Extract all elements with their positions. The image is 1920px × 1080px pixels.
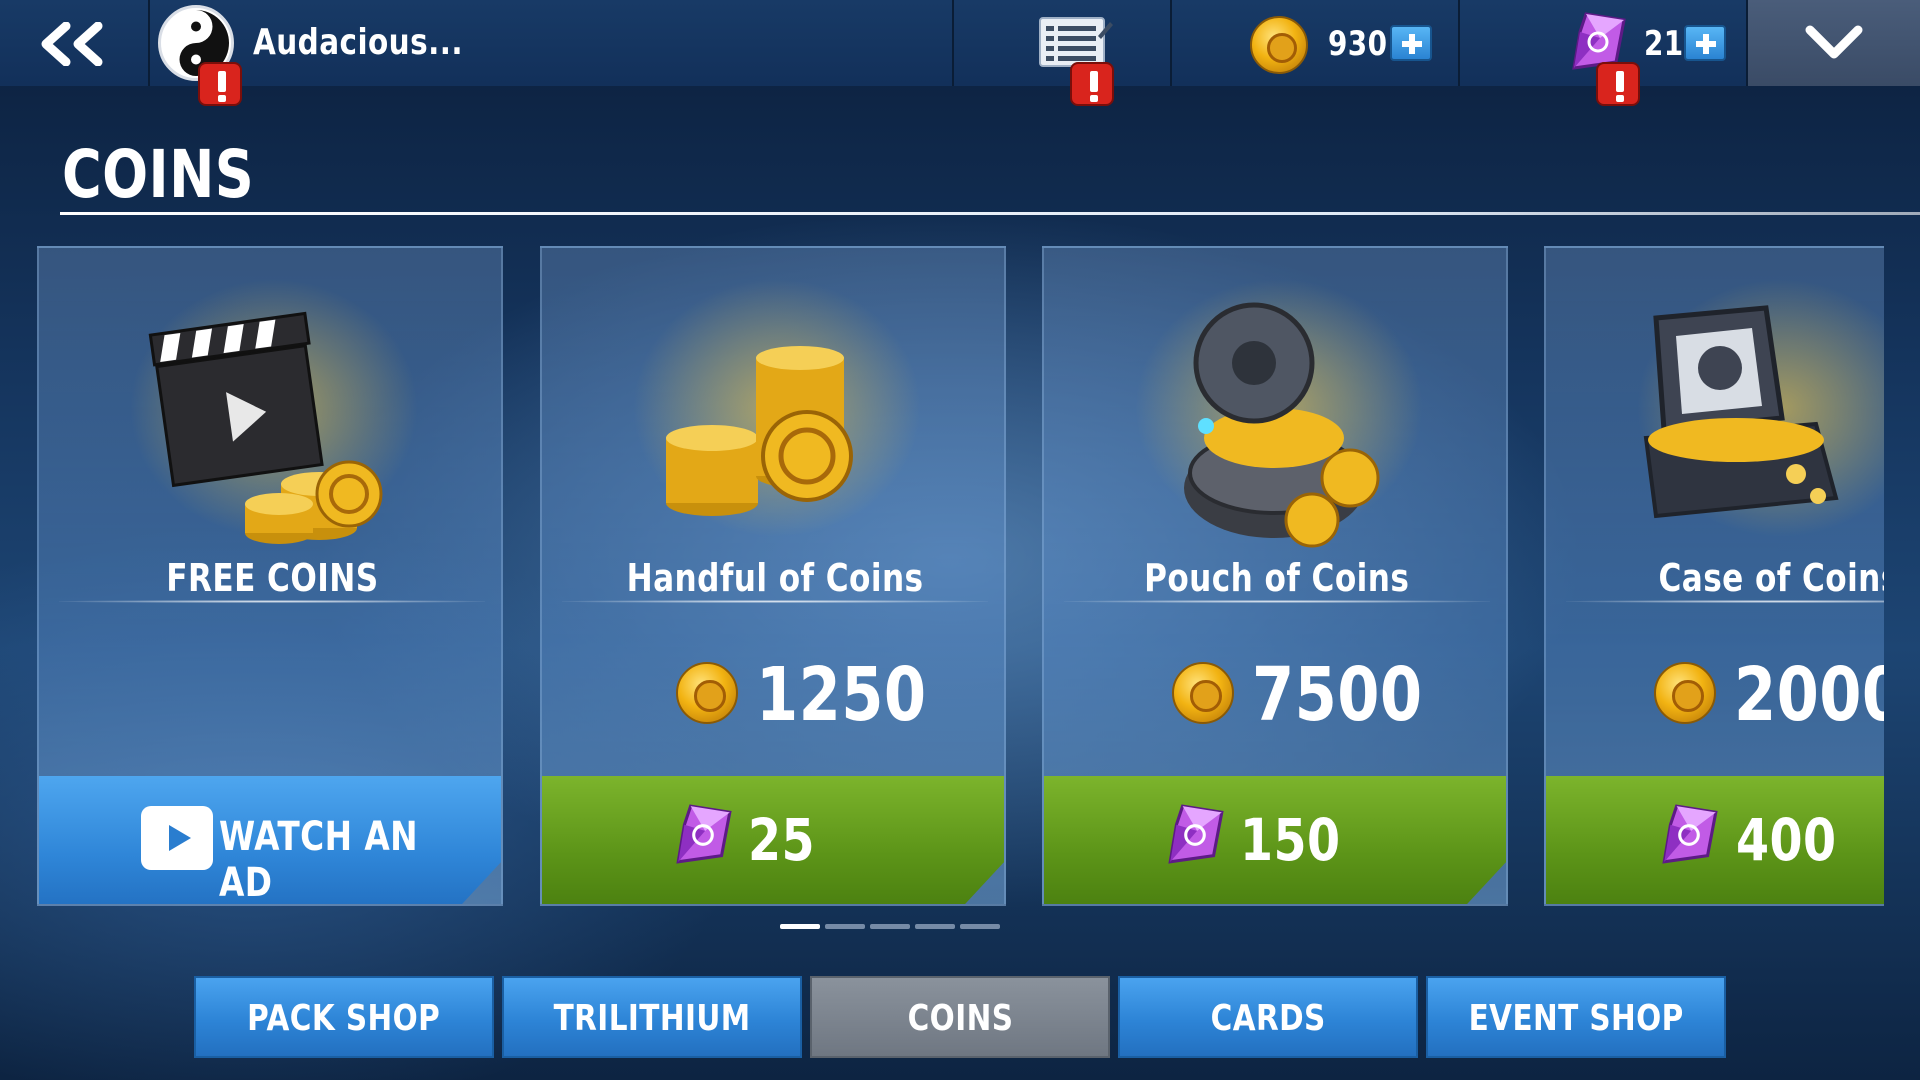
buy-handful-button[interactable]: 25 (542, 776, 1004, 904)
page-indicator (780, 924, 1004, 930)
trilithium-gem-icon (676, 804, 732, 864)
coin-icon (676, 662, 738, 724)
coin-amount-value: 1250 (756, 652, 927, 738)
trilithium-gem-icon (1662, 804, 1718, 864)
buy-case-button[interactable]: 400 (1546, 776, 1884, 904)
coin-amount: 7500 (1044, 652, 1506, 738)
page-dot (915, 924, 955, 929)
coin-icon (1654, 662, 1716, 724)
price-value: 25 (748, 806, 816, 874)
coin-amount-value: 7500 (1252, 652, 1423, 738)
tab-label: CARDS (1210, 998, 1326, 1039)
trilithium-gem-icon (1168, 804, 1224, 864)
add-coins-button[interactable] (1390, 25, 1432, 61)
card-name: Pouch of Coins (1144, 556, 1410, 600)
back-button[interactable] (0, 0, 150, 86)
tab-cards[interactable]: CARDS (1118, 976, 1418, 1058)
watch-ad-button[interactable]: WATCH AN AD (39, 776, 501, 906)
free-coins-card: FREE COINS WATCH AN AD (37, 246, 503, 906)
tab-coins[interactable]: COINS (810, 976, 1110, 1058)
page-dot (780, 924, 820, 929)
pouch-of-coins-card: Pouch of Coins 7500 150 (1042, 246, 1508, 906)
news-alert-icon (1070, 62, 1114, 106)
profile-name: Audacious... (253, 22, 463, 63)
profile-alert-icon (198, 62, 242, 106)
coin-stack-icon (666, 346, 853, 516)
handful-of-coins-card: Handful of Coins 1250 25 (540, 246, 1006, 906)
coin-amount: 1250 (542, 652, 1004, 738)
coin-balance-value: 930 (1328, 24, 1388, 64)
coin-pouch-icon (1184, 302, 1380, 548)
price-value: 150 (1240, 806, 1341, 874)
top-bar: Audacious... 930 21 (0, 0, 1920, 106)
add-gems-button[interactable] (1684, 25, 1726, 61)
back-chevrons-icon (41, 22, 103, 66)
coin-icon (1250, 16, 1308, 74)
tab-label: EVENT SHOP (1468, 998, 1684, 1039)
page-title: COINS (62, 136, 255, 213)
news-button[interactable] (954, 0, 1172, 106)
dropdown-menu-button[interactable] (1748, 0, 1920, 86)
coin-amount-value: 20000 (1734, 652, 1884, 738)
chevron-down-icon (1805, 25, 1863, 59)
page-dot (960, 924, 1000, 929)
price-value: 400 (1736, 806, 1837, 874)
card-name: Handful of Coins (626, 556, 924, 600)
title-divider (60, 212, 1920, 215)
coin-icon (1172, 662, 1234, 724)
gem-alert-icon (1596, 62, 1640, 106)
coin-amount: 20000 (1546, 652, 1884, 738)
play-icon (141, 806, 213, 870)
coin-balance: 930 (1172, 0, 1460, 86)
buy-pouch-button[interactable]: 150 (1044, 776, 1506, 904)
case-of-coins-card: Case of Coins 20000 400 (1544, 246, 1884, 906)
tab-label: TRILITHIUM (553, 998, 751, 1039)
gem-balance-value: 21 (1644, 24, 1684, 64)
tab-event-shop[interactable]: EVENT SHOP (1426, 976, 1726, 1058)
tab-pack-shop[interactable]: PACK SHOP (194, 976, 494, 1058)
gem-balance: 21 (1460, 0, 1748, 106)
clapperboard-icon (148, 311, 383, 544)
card-name: FREE COINS (165, 556, 379, 600)
tab-trilithium[interactable]: TRILITHIUM (502, 976, 802, 1058)
page-dot (825, 924, 865, 929)
tab-label: COINS (907, 998, 1013, 1039)
card-name: Case of Coins (1658, 556, 1884, 600)
profile-button[interactable]: Audacious... (150, 0, 954, 106)
coin-case-icon (1643, 305, 1839, 519)
watch-ad-label: WATCH AN AD (219, 814, 418, 906)
tab-label: PACK SHOP (247, 998, 441, 1039)
page-dot (870, 924, 910, 929)
